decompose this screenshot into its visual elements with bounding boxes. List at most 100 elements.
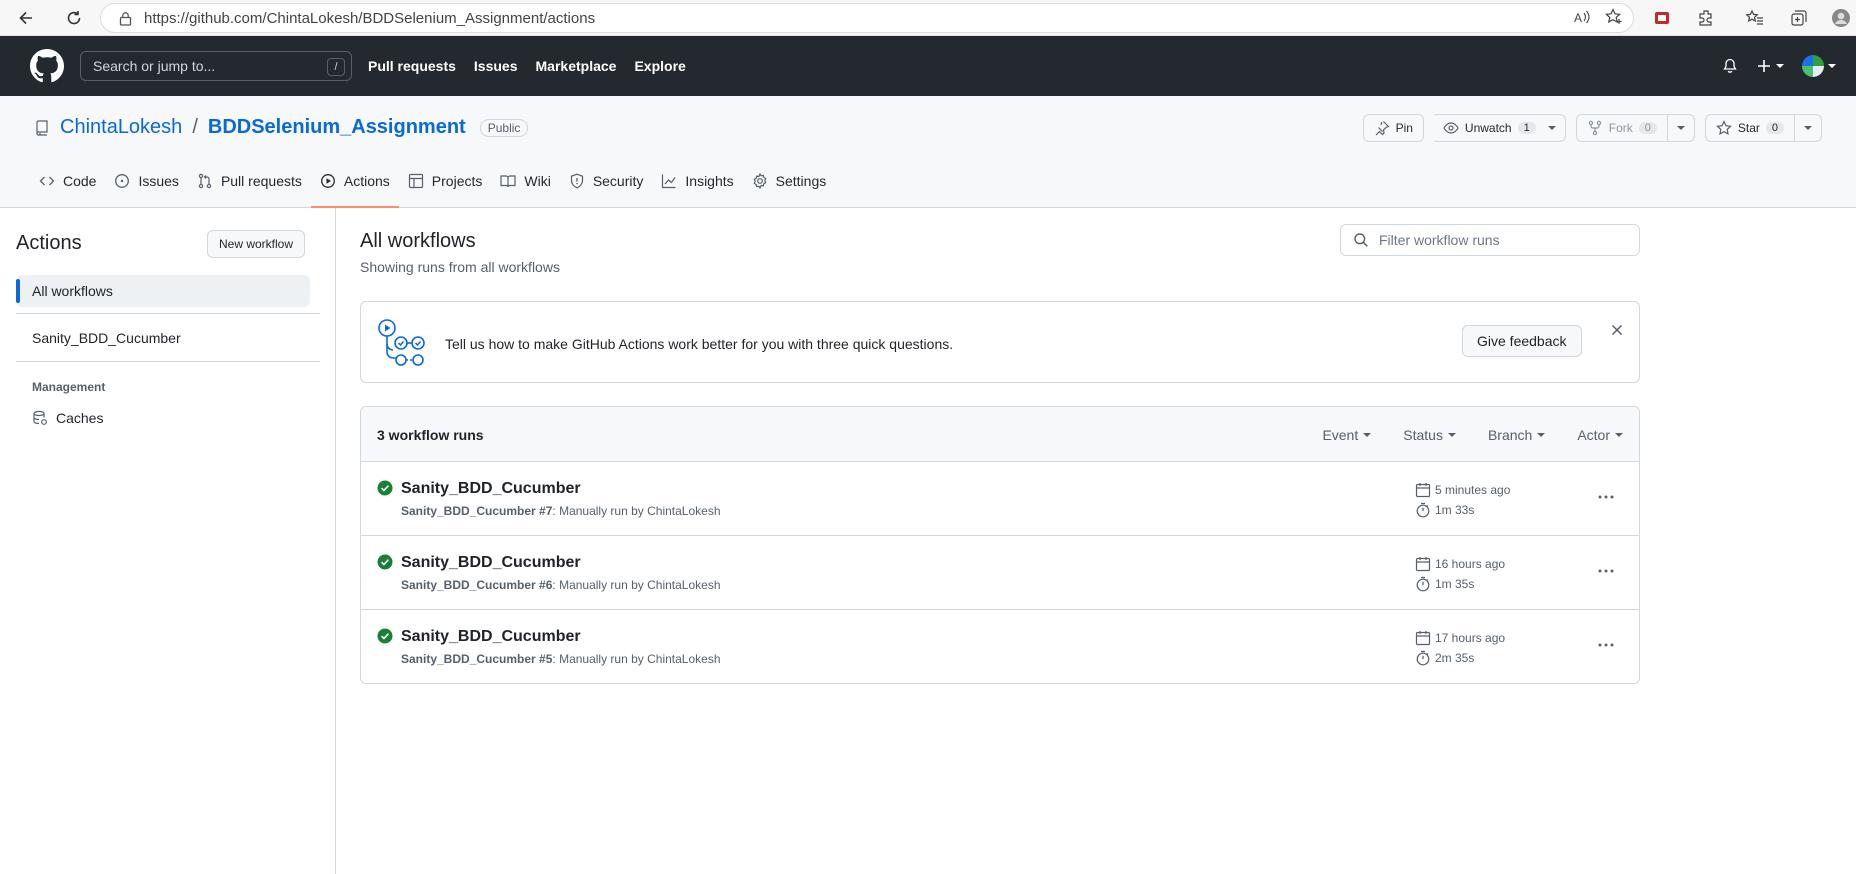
arrow-left-icon bbox=[19, 11, 32, 24]
workflow-run-row[interactable]: Sanity_BDD_Cucumber Sanity_BDD_Cucumber … bbox=[361, 536, 1639, 610]
reload-button[interactable] bbox=[60, 4, 88, 32]
extension-shield-icon[interactable] bbox=[1649, 5, 1675, 31]
fork-dropdown-button[interactable] bbox=[1667, 114, 1695, 142]
favorite-add-icon[interactable] bbox=[1605, 8, 1623, 26]
search-icon bbox=[1354, 233, 1368, 247]
browser-toolbar: https://github.com/ChintaLokesh/BDDSelen… bbox=[0, 0, 1856, 36]
bell-icon[interactable] bbox=[1722, 58, 1738, 74]
kebab-horizontal-icon bbox=[1598, 495, 1614, 499]
nav-explore[interactable]: Explore bbox=[634, 58, 685, 74]
tab-label: Pull requests bbox=[220, 173, 302, 189]
run-meta: Sanity_BDD_Cucumber #7: Manually run by … bbox=[401, 504, 721, 518]
svg-text:A: A bbox=[1574, 11, 1582, 25]
feedback-banner: Tell us how to make GitHub Actions work … bbox=[360, 301, 1640, 383]
give-feedback-button[interactable]: Give feedback bbox=[1462, 325, 1582, 357]
page-subtitle: Showing runs from all workflows bbox=[360, 259, 560, 275]
runs-count: 3 workflow runs bbox=[377, 427, 484, 443]
visibility-badge: Public bbox=[479, 118, 529, 137]
nav-marketplace[interactable]: Marketplace bbox=[536, 58, 617, 74]
chevron-down-icon bbox=[1776, 64, 1784, 68]
plus-icon bbox=[1758, 60, 1770, 72]
nav-pull-requests[interactable]: Pull requests bbox=[368, 58, 456, 74]
avatar bbox=[1802, 55, 1824, 77]
address-bar[interactable]: https://github.com/ChintaLokesh/BDDSelen… bbox=[100, 3, 1634, 33]
run-title-link[interactable]: Sanity_BDD_Cucumber bbox=[401, 628, 581, 646]
tab-insights[interactable]: Insights bbox=[652, 156, 742, 208]
chevron-down-icon bbox=[1615, 433, 1623, 437]
filter-label: Event bbox=[1322, 427, 1359, 443]
graph-icon bbox=[662, 174, 676, 189]
profile-icon[interactable] bbox=[1828, 5, 1854, 31]
check-circle-icon bbox=[377, 554, 393, 570]
filter-workflow-runs-input[interactable] bbox=[1379, 232, 1619, 248]
user-menu-button[interactable] bbox=[1802, 55, 1836, 77]
chevron-down-icon bbox=[1447, 433, 1456, 437]
actor-filter-dropdown[interactable]: Actor bbox=[1577, 427, 1623, 443]
workflow-run-row[interactable]: Sanity_BDD_Cucumber Sanity_BDD_Cucumber … bbox=[361, 610, 1639, 683]
run-more-options-button[interactable] bbox=[1597, 488, 1615, 506]
tab-label: Projects bbox=[431, 173, 483, 189]
issue-icon bbox=[115, 174, 130, 188]
repo-owner-link[interactable]: ChintaLokesh bbox=[60, 116, 182, 139]
new-workflow-button[interactable]: New workflow bbox=[207, 230, 306, 258]
repo-separator: / bbox=[192, 116, 198, 138]
calendar-icon bbox=[1415, 557, 1431, 572]
github-logo-icon[interactable] bbox=[30, 49, 64, 83]
tab-label: Wiki bbox=[524, 173, 551, 189]
run-title-link[interactable]: Sanity_BDD_Cucumber bbox=[401, 554, 581, 572]
sidebar-item-all-workflows[interactable]: All workflows bbox=[16, 275, 310, 307]
tab-pull-requests[interactable]: Pull requests bbox=[188, 156, 311, 208]
tab-label: Code bbox=[63, 173, 97, 189]
tab-actions[interactable]: Actions bbox=[310, 156, 399, 208]
tab-issues[interactable]: Issues bbox=[105, 156, 187, 208]
dismiss-feedback-button[interactable] bbox=[1609, 322, 1625, 338]
star-dropdown-button[interactable] bbox=[1795, 114, 1822, 142]
read-aloud-icon[interactable]: A bbox=[1573, 8, 1591, 26]
global-search-input[interactable]: Search or jump to... / bbox=[80, 51, 352, 81]
database-icon bbox=[33, 410, 47, 425]
pin-button[interactable]: Pin bbox=[1362, 114, 1424, 142]
favorites-icon[interactable] bbox=[1742, 5, 1768, 31]
sidebar-item-caches[interactable]: Caches bbox=[16, 402, 310, 434]
kebab-horizontal-icon bbox=[1598, 643, 1614, 647]
run-time-text: 17 hours ago bbox=[1435, 631, 1506, 645]
back-button[interactable] bbox=[12, 4, 40, 32]
watch-button[interactable]: Unwatch 1 bbox=[1433, 114, 1566, 142]
play-icon bbox=[320, 174, 335, 188]
status-filter-dropdown[interactable]: Status bbox=[1403, 427, 1456, 443]
run-more-options-button[interactable] bbox=[1597, 636, 1615, 654]
create-new-button[interactable] bbox=[1756, 58, 1784, 74]
tab-settings[interactable]: Settings bbox=[743, 156, 836, 208]
kebab-horizontal-icon bbox=[1598, 569, 1614, 573]
nav-issues[interactable]: Issues bbox=[474, 58, 518, 74]
repo-icon bbox=[36, 119, 48, 136]
tab-security[interactable]: Security bbox=[560, 156, 653, 208]
tab-projects[interactable]: Projects bbox=[399, 156, 492, 208]
tab-wiki[interactable]: Wiki bbox=[491, 156, 559, 208]
star-button[interactable]: Star 0 bbox=[1704, 114, 1795, 142]
sidebar-item-workflow[interactable]: Sanity_BDD_Cucumber bbox=[16, 322, 310, 354]
page-title: All workflows bbox=[360, 230, 476, 252]
stopwatch-icon bbox=[1416, 576, 1430, 592]
fork-count: 0 bbox=[1638, 122, 1657, 134]
tab-code[interactable]: Code bbox=[30, 156, 105, 208]
run-time-text: 5 minutes ago bbox=[1435, 483, 1511, 497]
filter-workflow-runs-field[interactable] bbox=[1340, 224, 1640, 256]
tab-label: Actions bbox=[343, 173, 390, 189]
chevron-down-icon bbox=[1676, 126, 1685, 130]
url-text: https://github.com/ChintaLokesh/BDDSelen… bbox=[144, 9, 596, 27]
branch-filter-dropdown[interactable]: Branch bbox=[1488, 427, 1546, 443]
sidebar-divider bbox=[16, 313, 320, 314]
event-filter-dropdown[interactable]: Event bbox=[1322, 427, 1372, 443]
run-more-options-button[interactable] bbox=[1597, 562, 1615, 580]
fork-button[interactable]: Fork 0 bbox=[1575, 114, 1668, 142]
stopwatch-icon bbox=[1416, 502, 1430, 518]
repo-name-link[interactable]: BDDSelenium_Assignment bbox=[208, 116, 466, 139]
collections-icon[interactable] bbox=[1786, 5, 1812, 31]
extensions-icon[interactable] bbox=[1693, 5, 1719, 31]
reload-icon bbox=[67, 10, 81, 24]
actions-workflow-illustration-icon bbox=[378, 319, 425, 366]
sidebar-divider bbox=[16, 361, 320, 362]
run-title-link[interactable]: Sanity_BDD_Cucumber bbox=[401, 480, 581, 498]
workflow-run-row[interactable]: Sanity_BDD_Cucumber Sanity_BDD_Cucumber … bbox=[361, 462, 1639, 536]
